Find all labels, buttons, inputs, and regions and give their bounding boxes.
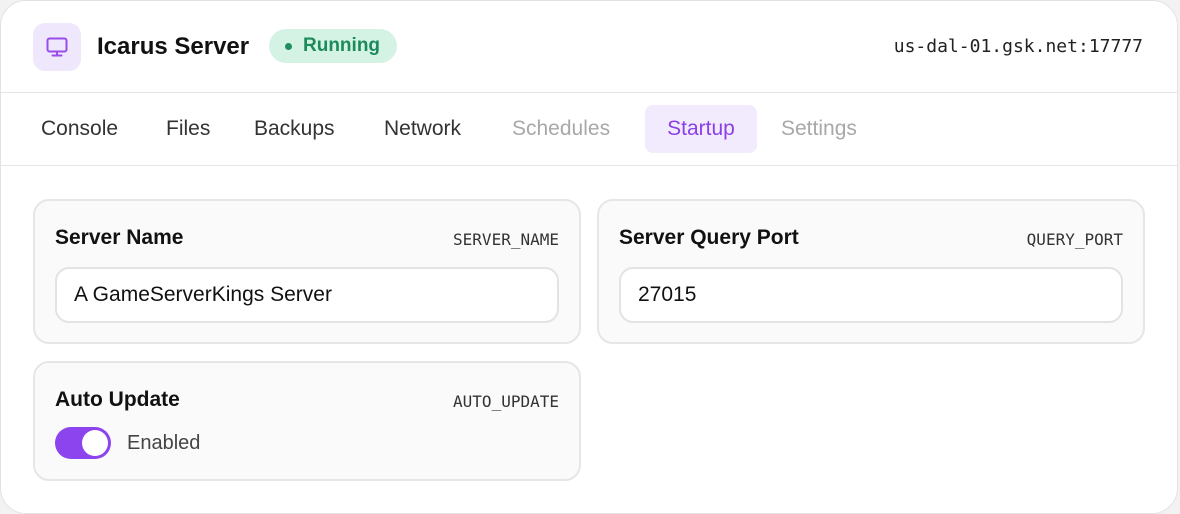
server-name-card: Server Name SERVER_NAME (33, 199, 581, 344)
tab-files[interactable]: Files (150, 105, 226, 153)
tab-backups[interactable]: Backups (238, 105, 351, 153)
query-port-input[interactable] (619, 267, 1123, 323)
monitor-icon-glyph (46, 37, 68, 57)
auto-update-state-label: Enabled (127, 432, 201, 454)
tab-console[interactable]: Console (25, 105, 134, 153)
server-title: Icarus Server (97, 33, 250, 60)
tab-settings: Settings (781, 117, 857, 140)
server-name-label: Server Name (55, 226, 184, 249)
auto-update-toggle[interactable] (55, 427, 111, 459)
auto-update-card: Auto Update AUTO_UPDATE Enabled (33, 361, 581, 481)
status-badge: Running (269, 29, 398, 63)
tab-startup[interactable]: Startup (645, 105, 757, 153)
startup-content: Server Name SERVER_NAME Server Query Por… (1, 167, 1177, 513)
auto-update-key: AUTO_UPDATE (453, 392, 559, 411)
monitor-icon (33, 23, 81, 71)
query-port-card: Server Query Port QUERY_PORT (597, 199, 1145, 344)
tab-schedules: Schedules (512, 117, 611, 140)
toggle-knob (82, 430, 108, 456)
server-name-key: SERVER_NAME (453, 230, 559, 249)
status-dot-icon (285, 42, 292, 50)
server-name-input[interactable] (55, 267, 559, 323)
status-label: Running (303, 35, 381, 56)
tab-network[interactable]: Network (368, 105, 477, 153)
query-port-key: QUERY_PORT (1026, 230, 1123, 249)
auto-update-label: Auto Update (55, 388, 180, 411)
server-header: Icarus Server Running us-dal-01.gsk.net:… (1, 1, 1177, 93)
tab-bar: Console Files Backups Network Schedules … (1, 93, 1177, 166)
server-window: Icarus Server Running us-dal-01.gsk.net:… (0, 0, 1178, 514)
query-port-label: Server Query Port (619, 226, 799, 249)
server-address[interactable]: us-dal-01.gsk.net:17777 (894, 33, 1143, 61)
